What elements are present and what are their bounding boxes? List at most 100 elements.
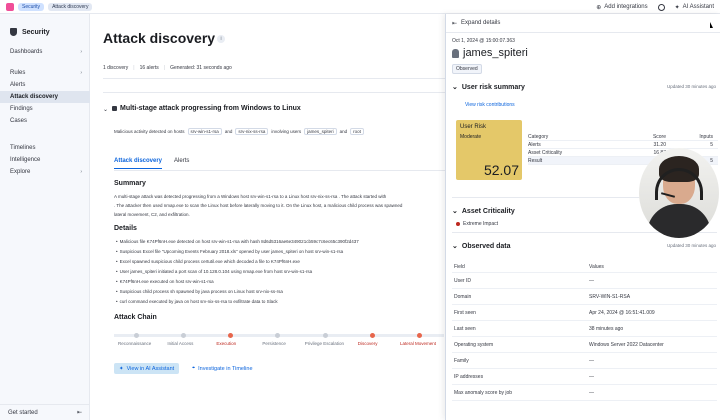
page-title: Attack discovery xyxy=(103,30,216,46)
observed-updated-time: Updated 30 minutes ago xyxy=(666,243,716,248)
flyout-divider xyxy=(446,32,720,33)
main-content: Attack discovery i 1 discovery | 16 aler… xyxy=(90,14,445,420)
view-in-ai-assistant-button[interactable]: ✦ View in AI Assistant xyxy=(114,363,180,374)
attack-chain-stage-dot xyxy=(134,333,139,338)
attack-chain-stage-label: Persistence xyxy=(262,341,286,346)
ai-assistant-button[interactable]: ✦ AI Assistant xyxy=(675,4,714,11)
sidebar-nav-group-3: Timelines Intelligence Explore › xyxy=(0,142,90,178)
attack-chain-heading: Attack Chain xyxy=(114,314,157,321)
risk-updated-time: Updated 30 minutes ago xyxy=(666,84,716,89)
security-shield-icon xyxy=(10,28,17,36)
tabs-divider xyxy=(114,170,445,171)
collapse-sidebar-icon[interactable]: ⇤ xyxy=(77,409,82,416)
table-row: Operating system Windows Server 2022 Data… xyxy=(452,337,717,353)
sidebar-item-dashboards[interactable]: Dashboards › xyxy=(0,46,90,58)
sidebar-nav-group-1: Dashboards › xyxy=(0,46,90,58)
gear-icon[interactable] xyxy=(657,3,665,11)
table-row: Max anomaly score by job — xyxy=(452,385,717,401)
asset-criticality-toggle[interactable]: ⌄ Asset Criticality xyxy=(452,207,515,216)
chevron-right-icon: › xyxy=(80,70,82,76)
detail-item: • K74Pf6nH.exe executed on host srv-win-s… xyxy=(116,279,214,284)
user-chip[interactable]: james_spiteri xyxy=(304,128,337,135)
sparkle-icon: ✦ xyxy=(674,4,680,11)
tab-alerts[interactable]: Alerts xyxy=(174,158,189,169)
user-risk-score-card: User Risk Moderate 52.07 xyxy=(456,120,522,180)
sidebar-item-cases[interactable]: Cases xyxy=(0,115,90,127)
get-started-link[interactable]: Get started ⇤ xyxy=(0,404,90,420)
sidebar-item-rules[interactable]: Rules › xyxy=(0,67,90,79)
attack-chain-stage-dot xyxy=(228,333,234,338)
breadcrumb-attack-discovery[interactable]: Attack discovery xyxy=(48,2,93,11)
stats-separator: | xyxy=(133,65,135,71)
breadcrumb-security[interactable]: Security xyxy=(18,2,45,11)
stats-separator: | xyxy=(163,65,166,71)
discovery-stats: 1 discovery | 16 alerts | Generated: 31 … xyxy=(103,65,232,71)
chevron-down-icon: ⌄ xyxy=(452,84,458,91)
sidebar-item-timelines[interactable]: Timelines xyxy=(0,142,90,154)
add-integrations-link[interactable]: ⊕ Add integrations xyxy=(596,4,647,11)
sidebar-nav-group-2: Rules › Alerts Attack discovery Findings … xyxy=(0,67,90,127)
attack-chain-stage-dot xyxy=(416,333,422,338)
attack-chain-stage-label: Execution xyxy=(216,341,237,346)
generated-time: Generated: 31 seconds ago xyxy=(170,65,232,71)
presenter-webcam-overlay xyxy=(639,148,719,238)
sidebar-item-explore[interactable]: Explore › xyxy=(0,166,90,178)
attack-chain-stage-dot xyxy=(181,333,187,338)
chevron-down-icon: ⌄ xyxy=(452,243,458,250)
sidebar-item-findings[interactable]: Findings xyxy=(0,103,90,115)
risk-score-value: 52.07 xyxy=(483,162,519,178)
plus-icon: ⊕ xyxy=(596,4,602,11)
detail-item: • curl command executed by java on host s… xyxy=(116,299,278,304)
observed-data-table: Field Values User ID — Domain SRV-WIN-S1-R… xyxy=(452,261,717,401)
investigate-in-timeline-button[interactable]: ⌖ Investigate in Timeline xyxy=(192,363,253,374)
risk-table-header: Category Score Inputs xyxy=(528,133,718,141)
info-icon[interactable]: i xyxy=(217,35,225,43)
flyout-user-name: james_spiteri xyxy=(452,47,528,59)
table-row: IP addresses — xyxy=(452,369,717,385)
summary-text: A multi-stage attack was detected progre… xyxy=(114,194,387,199)
observed-data-toggle[interactable]: ⌄ Observed data xyxy=(452,242,511,251)
table-row: Domain SRV-WIN-S1-RSA xyxy=(452,289,717,305)
detail-item: • Malicious file K74Pf6nH.exe detected on… xyxy=(116,239,359,244)
tab-attack-discovery[interactable]: Attack discovery xyxy=(114,158,163,169)
attack-chain-stage-label: Lateral Movement xyxy=(400,341,437,346)
sidebar: Security Dashboards › Rules › Alerts Attac… xyxy=(0,14,90,420)
chevron-down-icon[interactable]: ⌄ xyxy=(103,106,108,113)
table-row: First seen Apr 24, 2024 @ 16:51:41.009 xyxy=(452,305,717,321)
table-row: User ID — xyxy=(452,273,717,289)
collapse-icon: ⇤ xyxy=(452,21,458,27)
summary-heading: Summary xyxy=(114,180,146,187)
expand-details-button[interactable]: ⇤ Expand details xyxy=(452,20,500,27)
discovery-count: 1 discovery xyxy=(103,65,129,71)
timeline-icon: ⌖ xyxy=(192,365,196,371)
card-border-top xyxy=(103,92,445,93)
event-timestamp: Oct 1, 2024 @ 15:00:07.363 xyxy=(452,38,515,44)
sidebar-item-intelligence[interactable]: Intelligence xyxy=(0,154,90,166)
attack-card-title[interactable]: Multi-stage attack progressing from Wind… xyxy=(120,105,301,112)
table-header: Field Values xyxy=(452,261,717,273)
risk-level: Moderate xyxy=(460,134,482,140)
sidebar-item-alerts[interactable]: Alerts xyxy=(0,79,90,91)
details-heading: Details xyxy=(114,225,137,232)
host-chip[interactable]: srv-win-s1-rsa xyxy=(187,128,222,135)
observed-badge: Observed xyxy=(452,64,482,74)
sidebar-header: Security xyxy=(0,14,89,36)
table-row: Last seen 38 minutes ago xyxy=(452,321,717,337)
host-chip[interactable]: srv-nix-ss-rsa xyxy=(235,128,269,135)
attack-chain-stage-label: Discovery xyxy=(357,341,378,346)
attack-chain: Reconnaissance Initial Access Execution Per… xyxy=(114,330,444,348)
summary-text: . The attacker then used nmap.exe to sca… xyxy=(114,203,403,208)
view-risk-contributions-link[interactable]: View risk contributions xyxy=(465,102,515,108)
elastic-logo-icon[interactable] xyxy=(6,2,14,11)
chevron-down-icon: ⌄ xyxy=(452,208,458,215)
attack-chain-stage-label: Reconnaissance xyxy=(118,341,152,346)
attack-chain-stage-dot xyxy=(369,333,375,338)
user-risk-summary-toggle[interactable]: ⌄ User risk summary xyxy=(452,83,525,92)
topbar-actions: ⊕ Add integrations ✦ AI Assistant xyxy=(596,0,720,14)
user-chip[interactable]: root xyxy=(350,128,364,135)
attack-icon xyxy=(112,106,117,111)
attack-chain-stage-dot xyxy=(275,333,281,338)
sidebar-item-attack-discovery[interactable]: Attack discovery xyxy=(0,91,90,103)
chevron-right-icon: › xyxy=(80,49,82,55)
attack-chain-stage-label: Initial Access xyxy=(167,341,194,346)
